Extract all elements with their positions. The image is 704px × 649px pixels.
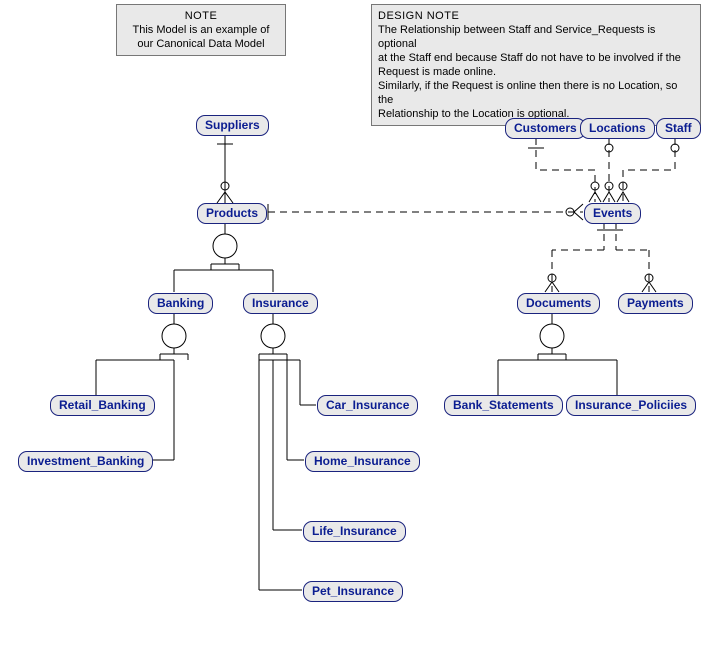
note-left-line1: This Model is an example of [123,23,279,37]
entity-life-insurance: Life_Insurance [303,521,406,542]
entity-car-insurance: Car_Insurance [317,395,418,416]
entity-insurance-policies: Insurance_Policiies [566,395,696,416]
entity-home-insurance: Home_Insurance [305,451,420,472]
note-box-right: DESIGN NOTE The Relationship between Sta… [371,4,701,126]
entity-events: Events [584,203,641,224]
entity-suppliers: Suppliers [196,115,269,136]
note-left-line2: our Canonical Data Model [123,37,279,51]
entity-insurance: Insurance [243,293,318,314]
entity-retail-banking: Retail_Banking [50,395,155,416]
note-box-left: NOTE This Model is an example of our Can… [116,4,286,56]
note-right-line4: Similarly, if the Request is online then… [378,79,694,107]
entity-pet-insurance: Pet_Insurance [303,581,403,602]
entity-staff: Staff [656,118,701,139]
entity-documents: Documents [517,293,600,314]
entity-locations: Locations [580,118,655,139]
note-left-title: NOTE [123,9,279,23]
entity-customers: Customers [505,118,586,139]
entity-products: Products [197,203,267,224]
entity-bank-statements: Bank_Statements [444,395,563,416]
note-right-line1: The Relationship between Staff and Servi… [378,23,694,51]
entity-banking: Banking [148,293,213,314]
note-right-line2: at the Staff end because Staff do not ha… [378,51,694,65]
note-right-line3: Request is made online. [378,65,694,79]
entity-investment-banking: Investment_Banking [18,451,153,472]
note-right-title: DESIGN NOTE [378,9,694,23]
entity-payments: Payments [618,293,693,314]
